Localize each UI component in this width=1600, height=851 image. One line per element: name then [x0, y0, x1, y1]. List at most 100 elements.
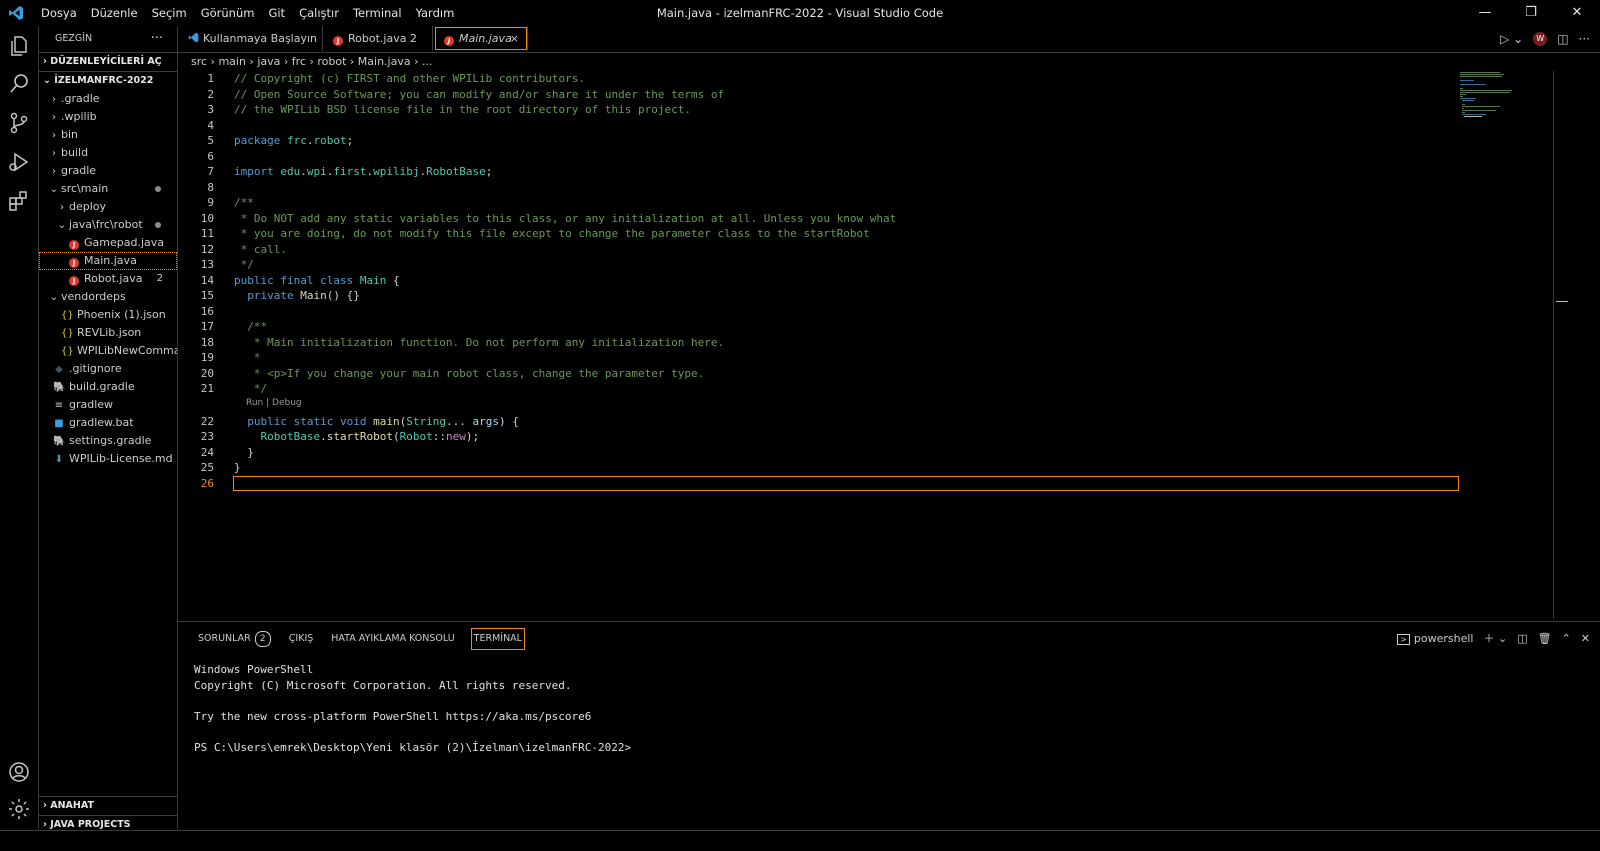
extensions-icon[interactable]: [7, 189, 31, 213]
line-number: 15: [200, 289, 214, 302]
chevron-right-icon: ›: [43, 56, 47, 67]
settings-gear-icon[interactable]: [7, 797, 31, 821]
close-tab-icon[interactable]: ×: [510, 26, 519, 51]
tree-item-label: gradlew.bat: [69, 416, 134, 429]
tab-debug-console[interactable]: HATA AYIKLAMA KONSOLU: [329, 628, 456, 650]
tree-item-label: Gamepad.java: [84, 236, 164, 249]
code-editor[interactable]: 1 // Copyright (c) FIRST and other WPILib…: [178, 71, 1558, 619]
tree-folder[interactable]: › gradle: [39, 162, 177, 180]
explorer-title: GEZGİN: [55, 33, 93, 44]
editor-scrollbar[interactable]: [1553, 71, 1568, 619]
terminal-icon: >: [1397, 633, 1410, 645]
git-icon: ◆: [55, 364, 63, 375]
tree-item-label: gradlew: [69, 398, 114, 411]
menu-item[interactable]: Git: [261, 6, 292, 20]
tree-folder[interactable]: › bin: [39, 126, 177, 144]
more-actions-icon[interactable]: ···: [1579, 32, 1590, 46]
menu-bar: Dosya Düzenle Seçim Görünüm Git Çalıştır…: [34, 0, 461, 26]
breadcrumb[interactable]: src › main › java › frc › robot › Main.j…: [178, 53, 1600, 71]
tree-folder[interactable]: › deploy: [39, 198, 177, 216]
line-number: 13: [200, 258, 214, 271]
explorer-header: GEZGİN ···: [39, 26, 177, 52]
tree-folder[interactable]: › .gradle: [39, 90, 177, 108]
explorer-icon[interactable]: [7, 34, 31, 58]
trash-icon[interactable]: 🗑: [1538, 632, 1552, 645]
menu-item[interactable]: Görünüm: [194, 6, 262, 20]
menu-item[interactable]: Seçim: [145, 6, 194, 20]
tree-folder[interactable]: ⌄ java\frc\robot: [39, 216, 177, 234]
tree-folder[interactable]: ⌄ src\main: [39, 180, 177, 198]
restore-icon[interactable]: ❐: [1508, 0, 1554, 26]
chevron-down-icon: ⌄: [43, 75, 51, 86]
wpilib-icon[interactable]: W: [1533, 31, 1548, 46]
menu-item[interactable]: Dosya: [34, 6, 84, 20]
menu-item[interactable]: Düzenle: [84, 6, 145, 20]
line-number: 19: [200, 351, 214, 364]
tree-item-label: src\main: [61, 182, 109, 195]
chevron-right-icon: ›: [43, 819, 47, 830]
tree-folder[interactable]: › .wpilib: [39, 108, 177, 126]
tree-file[interactable]: ≡ gradlew: [39, 396, 177, 414]
menu-item[interactable]: Terminal: [346, 6, 409, 20]
tree-file[interactable]: 🐘 build.gradle: [39, 378, 177, 396]
project-section[interactable]: ⌄ İZELMANFRC-2022: [39, 71, 177, 90]
split-editor-icon[interactable]: ◫: [1557, 32, 1568, 46]
source-control-icon[interactable]: [7, 111, 31, 135]
more-actions-icon[interactable]: ···: [151, 26, 163, 52]
split-terminal-icon[interactable]: ◫: [1517, 632, 1527, 645]
line-number: 6: [207, 149, 214, 163]
tree-file[interactable]: J Gamepad.java: [39, 234, 177, 252]
tab-problems[interactable]: SORUNLAR 2: [196, 628, 273, 650]
tab-output[interactable]: ÇIKIŞ: [287, 628, 316, 650]
outline-section[interactable]: › ANAHAT: [39, 796, 177, 815]
account-icon[interactable]: [7, 760, 31, 784]
tree-file[interactable]: ⬇ WPILib-License.md: [39, 450, 177, 468]
code-text: }: [234, 461, 241, 474]
code-text: /**: [234, 196, 254, 209]
json-icon: {}: [61, 310, 74, 321]
close-icon[interactable]: ✕: [1554, 0, 1600, 26]
tree-file[interactable]: J Robot.java 2: [39, 270, 177, 288]
chevron-down-icon: ⌄: [57, 220, 67, 231]
tree-item-label: build.gradle: [69, 380, 135, 393]
close-panel-icon[interactable]: ✕: [1581, 632, 1590, 645]
code-text: package frc.robot;: [234, 134, 354, 147]
open-editors-section[interactable]: › DÜZENLEYİCİLERİ AÇ: [39, 52, 177, 71]
tree-file[interactable]: {} REVLib.json: [39, 324, 177, 342]
new-terminal-icon[interactable]: ＋ ⌄: [1483, 630, 1507, 646]
tree-file[interactable]: {} Phoenix (1).json: [39, 306, 177, 324]
code-text: RobotBase.startRobot(Robot::new);: [260, 430, 480, 443]
run-debug-icon[interactable]: [7, 150, 31, 174]
problem-count-badge: 2: [156, 273, 163, 284]
tree-file[interactable]: 🐘 settings.gradle: [39, 432, 177, 450]
tree-file[interactable]: ◆ .gitignore: [39, 360, 177, 378]
code-text: import edu.wpi.first.wpilibj.RobotBase;: [234, 165, 493, 178]
tree-file[interactable]: ■ gradlew.bat: [39, 414, 177, 432]
tab-label: HATA AYIKLAMA KONSOLU: [331, 633, 455, 644]
line-number: 10: [200, 211, 214, 225]
menu-item[interactable]: Çalıştır: [292, 6, 346, 20]
tab-welcome[interactable]: Kullanmaya Başlayın: [178, 26, 323, 51]
tree-item-label: .wpilib: [61, 110, 97, 123]
tree-item-label: build: [61, 146, 89, 159]
minimize-icon[interactable]: —: [1462, 0, 1508, 26]
tree-folder[interactable]: › build: [39, 144, 177, 162]
run-icon[interactable]: ▷ ⌄: [1500, 32, 1523, 46]
minimap[interactable]: [1458, 71, 1558, 131]
tree-file[interactable]: J Main.java: [39, 252, 177, 270]
tree-folder[interactable]: ⌄ vendordeps: [39, 288, 177, 306]
maximize-panel-icon[interactable]: ⌃: [1562, 632, 1571, 645]
codelens-run-debug[interactable]: Run | Debug: [246, 398, 302, 408]
tab-main-java[interactable]: J Main.java ×: [434, 26, 528, 51]
menu-item[interactable]: Yardım: [409, 6, 462, 20]
tab-terminal[interactable]: TERMİNAL: [470, 628, 525, 650]
terminal-shell-selector[interactable]: > powershell: [1397, 632, 1473, 645]
tree-file[interactable]: {}WPILibNewComma...: [39, 342, 177, 360]
tab-robot-java[interactable]: J Robot.java 2: [323, 26, 433, 51]
java-projects-section[interactable]: › JAVA PROJECTS: [39, 815, 177, 830]
line-number: 25: [200, 461, 214, 474]
terminal-output[interactable]: Windows PowerShell Copyright (C) Microso…: [194, 662, 631, 755]
status-bar: [0, 830, 1600, 851]
search-icon[interactable]: [7, 72, 31, 96]
code-text: * call.: [234, 242, 287, 256]
